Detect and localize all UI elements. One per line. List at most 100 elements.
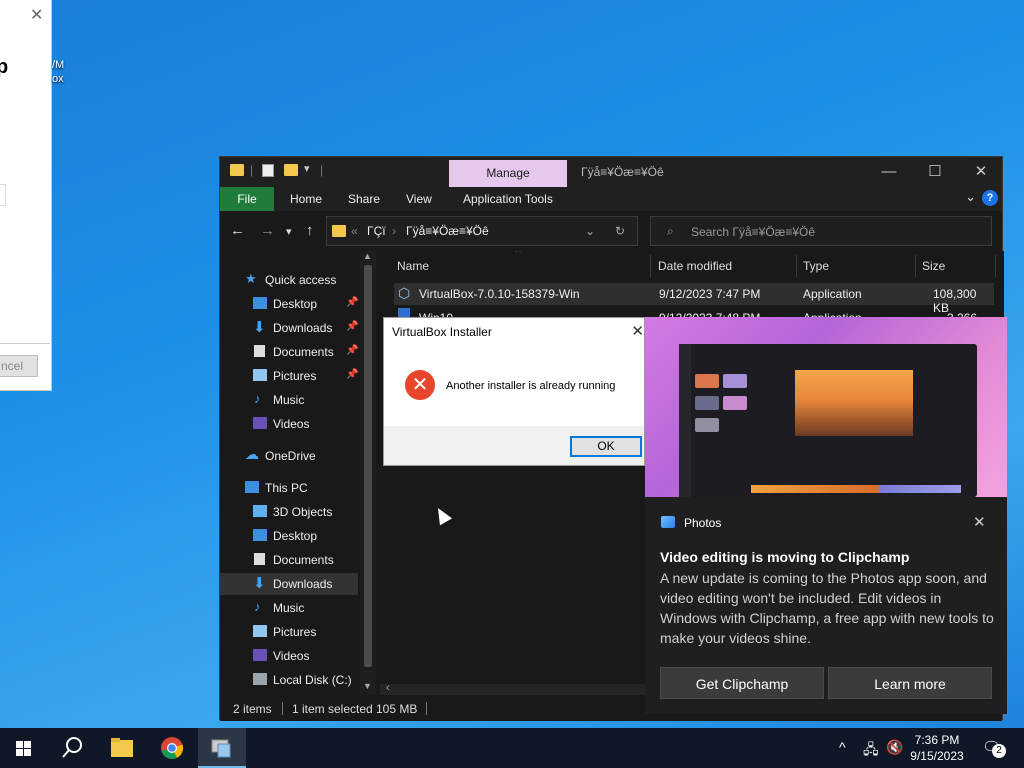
tab-view[interactable]: View <box>406 192 432 206</box>
selection-size: 105 MB <box>376 702 418 716</box>
action-center-button[interactable]: 🗨 2 <box>982 738 1006 758</box>
start-button[interactable] <box>0 728 48 768</box>
properties-icon[interactable] <box>262 164 274 177</box>
column-separator[interactable] <box>995 255 996 277</box>
get-clipchamp-button[interactable]: Get Clipchamp <box>660 667 824 699</box>
nav-pc-local-disk[interactable]: Local Disk (C:) <box>220 669 358 691</box>
nav-pc-music[interactable]: ♪ Music <box>220 597 358 619</box>
address-bar[interactable]: « ΓÇï › Γÿå≡¥Öæ≡¥Öê ⌄ ↻ <box>326 216 638 246</box>
column-separator[interactable] <box>915 255 916 277</box>
breadcrumb-parent[interactable]: ΓÇï <box>367 224 386 238</box>
search-box[interactable]: ⌕ Search Γÿå≡¥Öæ≡¥Öê <box>650 216 992 246</box>
table-row[interactable]: ⬡ VirtualBox-7.0.10-158379-Win 9/12/2023… <box>394 283 994 315</box>
scroll-down-icon[interactable]: ▼ <box>363 681 372 691</box>
column-header-type[interactable]: Type <box>803 259 829 273</box>
pin-icon: 📌 <box>346 369 358 380</box>
nav-pc-pictures[interactable]: Pictures <box>220 621 358 643</box>
nav-qa-pictures[interactable]: Pictures 📌 <box>220 365 358 387</box>
back-button[interactable]: ← <box>230 222 245 239</box>
close-icon[interactable]: ✕ <box>631 322 644 340</box>
nav-label: Downloads <box>273 321 333 335</box>
nav-qa-music[interactable]: ♪ Music <box>220 389 358 411</box>
drive-icon <box>253 673 267 685</box>
nav-label: Documents <box>273 345 334 359</box>
nav-pc-desktop[interactable]: Desktop <box>220 525 358 547</box>
expand-ribbon-icon[interactable]: ⌄ <box>965 189 976 205</box>
nav-this-pc[interactable]: This PC <box>220 477 358 499</box>
tab-share[interactable]: Share <box>348 192 380 206</box>
search-placeholder: Search Γÿå≡¥Öæ≡¥Öê <box>691 225 816 239</box>
tab-file[interactable]: File <box>220 187 274 211</box>
pin-icon: 📌 <box>346 321 358 332</box>
column-header-date[interactable]: Date modified <box>658 259 732 273</box>
search-button[interactable] <box>48 728 96 768</box>
divider <box>426 702 427 715</box>
nav-pc-3d-objects[interactable]: 3D Objects <box>220 501 358 523</box>
customize-quick-access-icon[interactable]: ▾ <box>304 162 310 175</box>
nav-label: Videos <box>273 417 310 431</box>
column-header-name[interactable]: Name <box>397 259 429 273</box>
virtualbox-installer-taskbar-button[interactable] <box>198 728 246 768</box>
close-icon[interactable]: ✕ <box>973 513 986 531</box>
clipchamp-hero-image <box>645 317 1007 497</box>
nav-label: Quick access <box>265 273 337 287</box>
learn-more-button[interactable]: Learn more <box>828 667 992 699</box>
scroll-left-icon[interactable]: ‹ <box>386 682 390 694</box>
nav-label: Documents <box>273 553 334 567</box>
close-icon[interactable]: ✕ <box>30 5 43 25</box>
column-separator[interactable] <box>650 255 651 277</box>
nav-label: Local Disk (C:) <box>273 673 352 687</box>
show-hidden-icons-icon[interactable]: ^ <box>839 739 846 755</box>
breadcrumb-current[interactable]: Γÿå≡¥Öæ≡¥Öê <box>406 224 489 238</box>
minimize-button[interactable]: — <box>866 159 912 185</box>
recent-locations-icon[interactable]: ▾ <box>286 225 292 238</box>
separator: | <box>320 163 324 177</box>
column-header-size[interactable]: Size <box>922 259 945 273</box>
document-icon <box>254 553 265 565</box>
nav-quick-access[interactable]: ★ Quick access <box>220 269 358 291</box>
nav-qa-videos[interactable]: Videos <box>220 413 358 435</box>
background-window-heading: p <box>0 56 8 79</box>
scrollbar-thumb[interactable] <box>364 265 372 667</box>
nav-label: Pictures <box>273 625 317 639</box>
system-clock[interactable]: 7:36 PM 9/15/2023 <box>906 732 968 764</box>
tab-home[interactable]: Home <box>290 192 322 206</box>
desktop-icon-label[interactable]: /M ox <box>52 58 64 86</box>
nav-pc-videos[interactable]: Videos <box>220 645 358 667</box>
background-window-field <box>0 184 6 206</box>
window-title: Γÿå≡¥Öæ≡¥Öê <box>581 165 664 179</box>
nav-qa-documents[interactable]: Documents 📌 <box>220 341 358 363</box>
horizontal-scrollbar[interactable]: ‹ <box>380 682 660 695</box>
file-explorer-taskbar-button[interactable] <box>98 728 146 768</box>
volume-muted-icon[interactable]: 🔇 <box>886 739 903 756</box>
nav-qa-downloads[interactable]: ⬇ Downloads 📌 <box>220 317 358 339</box>
maximize-button[interactable]: ☐ <box>912 159 958 185</box>
refresh-icon[interactable]: ↻ <box>615 224 625 238</box>
dialog-footer: OK <box>384 426 644 465</box>
new-folder-icon[interactable] <box>284 164 298 176</box>
manage-tab[interactable]: Manage <box>449 160 567 187</box>
nav-qa-desktop[interactable]: Desktop 📌 <box>220 293 358 315</box>
pictures-icon <box>253 625 267 637</box>
nav-pc-downloads[interactable]: ⬇ Downloads <box>220 573 358 595</box>
nav-onedrive[interactable]: ☁ OneDrive <box>220 445 358 467</box>
download-icon: ⬇ <box>253 575 266 592</box>
address-dropdown-icon[interactable]: ⌄ <box>585 224 595 238</box>
network-icon[interactable]: 🖧 <box>863 739 879 763</box>
search-icon <box>62 737 82 758</box>
nav-label: Downloads <box>273 577 333 591</box>
ok-button[interactable]: OK <box>570 436 642 457</box>
help-icon[interactable]: ? <box>982 190 998 206</box>
column-separator[interactable] <box>796 255 797 277</box>
nav-label: Desktop <box>273 529 318 543</box>
tab-application-tools[interactable]: Application Tools <box>463 192 553 206</box>
up-button[interactable]: ↑ <box>306 222 314 239</box>
desktop-icon <box>253 297 267 309</box>
forward-button[interactable]: → <box>260 222 275 239</box>
chrome-taskbar-button[interactable] <box>148 728 196 768</box>
nav-pane-scrollbar[interactable]: ▲ ▼ <box>360 251 376 695</box>
cancel-button[interactable]: ncel <box>0 355 38 377</box>
nav-pc-documents[interactable]: Documents <box>220 549 358 571</box>
close-button[interactable]: ✕ <box>958 159 1004 185</box>
scroll-up-icon[interactable]: ▲ <box>363 251 372 261</box>
